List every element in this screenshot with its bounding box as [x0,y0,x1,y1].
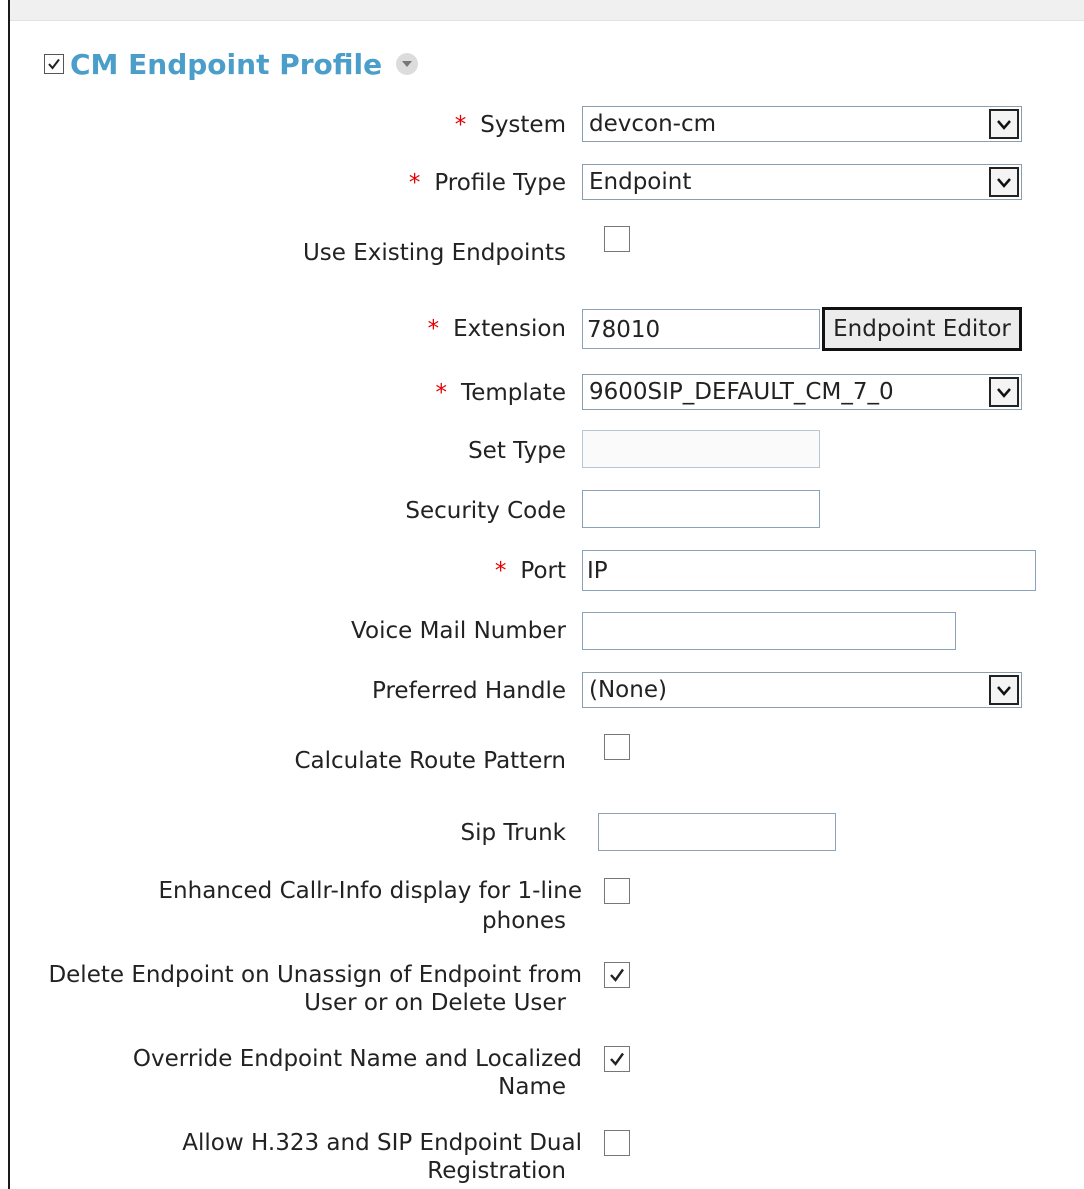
allow-dual-registration-label-line2: Registration [427,1158,566,1184]
voice-mail-number-input[interactable] [582,612,956,650]
extension-label: * Extension [427,316,566,342]
top-bar [10,0,1084,21]
sip-trunk-input[interactable] [598,813,836,851]
profile-type-value: Endpoint [589,169,692,195]
section-header: CM Endpoint Profile [44,46,419,82]
allow-dual-registration-label-line1: Allow H.323 and SIP Endpoint Dual [182,1130,582,1156]
preferred-handle-value: (None) [589,677,667,703]
left-border [8,0,10,1189]
required-marker: * [427,316,440,342]
override-endpoint-name-checkbox[interactable] [604,1046,630,1072]
enhanced-callr-info-checkbox[interactable] [604,878,630,904]
set-type-label: Set Type [468,438,566,464]
dropdown-arrow-icon[interactable] [396,53,419,75]
sip-trunk-label: Sip Trunk [460,820,567,846]
checkmark-icon [610,968,624,982]
required-marker: * [408,170,421,196]
template-value: 9600SIP_DEFAULT_CM_7_0 [589,379,894,405]
security-code-label: Security Code [405,498,566,524]
calculate-route-pattern-checkbox[interactable] [604,734,630,760]
use-existing-endpoints-checkbox[interactable] [604,226,630,252]
checkmark-icon [48,58,60,70]
endpoint-editor-button[interactable]: Endpoint Editor [822,307,1022,351]
template-select[interactable]: 9600SIP_DEFAULT_CM_7_0 [582,374,1022,410]
profile-type-label: * Profile Type [408,170,566,196]
delete-endpoint-checkbox[interactable] [604,962,630,988]
system-label: * System [454,112,566,138]
preferred-handle-label: Preferred Handle [372,678,566,704]
checkmark-icon [610,1052,624,1066]
port-label: * Port [494,558,566,584]
chevron-down-icon[interactable] [989,109,1019,139]
preferred-handle-select[interactable]: (None) [582,672,1022,708]
system-select[interactable]: devcon-cm [582,106,1022,142]
set-type-input [582,430,820,468]
section-enable-checkbox[interactable] [44,54,64,74]
extension-input[interactable]: 78010 [582,309,820,349]
enhanced-callr-info-label-line2: phones [482,908,566,934]
system-value: devcon-cm [589,111,717,137]
calculate-route-pattern-label: Calculate Route Pattern [294,748,566,774]
chevron-down-icon[interactable] [989,167,1019,197]
delete-endpoint-label-line1: Delete Endpoint on Unassign of Endpoint … [48,962,582,988]
required-marker: * [435,380,448,406]
port-input[interactable]: IP [582,550,1036,591]
template-label: * Template [435,380,566,406]
required-marker: * [494,558,507,584]
chevron-down-icon[interactable] [989,377,1019,407]
chevron-down-icon[interactable] [989,675,1019,705]
override-endpoint-name-label-line2: Name [498,1074,566,1100]
enhanced-callr-info-label-line1: Enhanced Callr-Info display for 1-line [158,878,582,904]
required-marker: * [454,112,467,138]
section-title: CM Endpoint Profile [70,47,383,81]
delete-endpoint-label-line2: User or on Delete User [304,990,566,1016]
security-code-input[interactable] [582,490,820,528]
use-existing-endpoints-label: Use Existing Endpoints [302,240,566,266]
allow-dual-registration-checkbox[interactable] [604,1130,630,1156]
profile-type-select[interactable]: Endpoint [582,164,1022,200]
override-endpoint-name-label-line1: Override Endpoint Name and Localized [132,1046,582,1072]
voice-mail-number-label: Voice Mail Number [351,618,566,644]
